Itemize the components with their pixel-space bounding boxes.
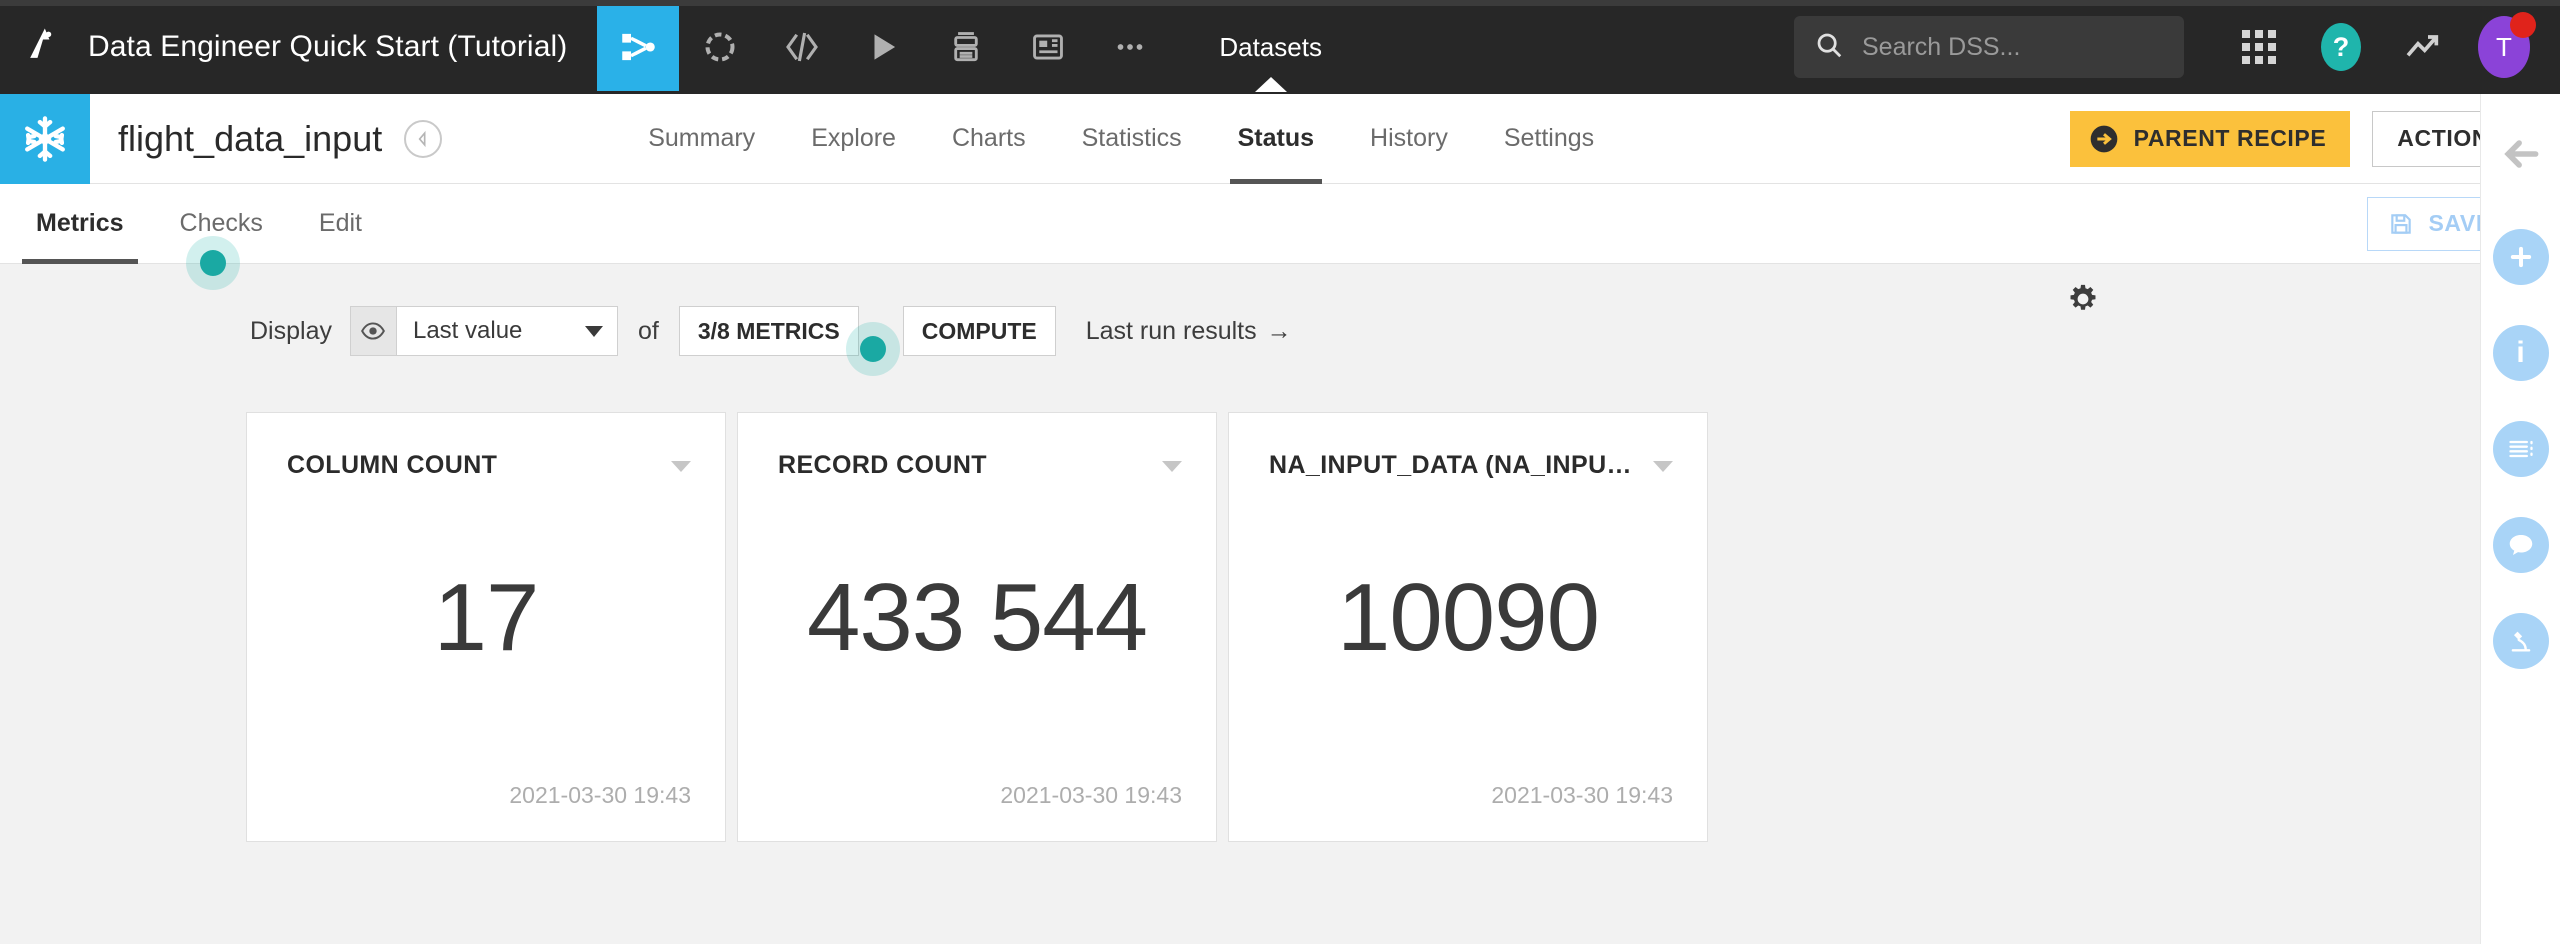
info-icon[interactable]: i [2492,325,2549,381]
search-input[interactable]: Search DSS... [1794,16,2184,78]
nav-section-datasets[interactable]: Datasets [1209,3,1332,92]
jobs-icon[interactable] [925,3,1007,91]
help-icon[interactable]: ? [2310,16,2372,78]
chevron-down-icon[interactable] [1162,461,1182,472]
code-icon[interactable] [761,3,843,91]
highlight-dot-checks [186,236,240,290]
dashboard-icon[interactable] [1007,3,1089,91]
project-tool-icons [597,3,1171,91]
navigator-icon[interactable] [404,119,443,158]
metric-card-title: NA_INPUT_DATA (NA_INPUT_DATA) [1269,451,1639,479]
snowflake-icon [0,93,90,184]
notification-dot [2510,12,2536,38]
tab-explore[interactable]: Explore [783,94,924,184]
details-icon[interactable] [2492,421,2549,477]
chevron-down-icon[interactable] [1653,461,1673,472]
metrics-controls: Display Last value of 3/8 METRICS COMPUT… [0,264,2560,376]
run-icon[interactable] [843,3,925,91]
nav-section-pointer [1254,77,1287,92]
metric-card-title: COLUMN COUNT [287,451,498,479]
eye-icon[interactable] [349,306,396,356]
dataset-name: flight_data_input [118,117,383,159]
of-label: of [637,316,659,345]
tab-status[interactable]: Status [1210,94,1342,184]
metric-card-timestamp: 2021-03-30 19:43 [1491,782,1673,808]
tab-summary[interactable]: Summary [620,94,783,184]
metric-card-timestamp: 2021-03-30 19:43 [509,782,691,808]
arrow-left-icon[interactable] [2499,132,2543,181]
parent-recipe-button[interactable]: PARENT RECIPE [2069,110,2351,167]
dataiku-logo-button[interactable] [10,23,76,72]
metric-cards: COLUMN COUNT 17 2021-03-30 19:43 RECORD … [0,356,2560,842]
gear-icon[interactable] [2066,282,2100,321]
info-glyph: i [2516,336,2525,369]
tab-history[interactable]: History [1342,94,1476,184]
display-label: Display [250,316,332,345]
user-avatar[interactable]: T [2478,12,2536,78]
metric-card[interactable]: RECORD COUNT 433 544 2021-03-30 19:43 [737,412,1217,842]
lab-microscope-icon[interactable] [2492,613,2549,669]
project-title[interactable]: Data Engineer Quick Start (Tutorial) [88,30,567,64]
display-mode-value: Last value [412,317,523,344]
metric-card-value: 433 544 [806,564,1148,671]
discussions-icon[interactable] [2492,517,2549,573]
highlight-dot-compute [846,322,900,376]
metrics-selector-button[interactable]: 3/8 METRICS [678,306,859,356]
compute-button[interactable]: COMPUTE [902,306,1056,356]
lab-icon[interactable] [679,3,761,91]
search-placeholder: Search DSS... [1862,32,2021,61]
last-run-results-link[interactable]: Last run results → [1086,317,1292,346]
dataset-header: flight_data_input Summary Explore Charts… [0,93,2560,184]
subtab-metrics[interactable]: Metrics [10,184,150,264]
search-icon [1814,30,1844,65]
arrow-right-circle-icon [2088,123,2120,155]
top-navbar: Data Engineer Quick Start (Tutorial) Dat… [0,0,2560,94]
chevron-down-icon [584,325,603,337]
display-mode-select[interactable]: Last value [395,306,618,356]
metric-card-title: RECORD COUNT [778,451,987,479]
add-icon[interactable] [2492,229,2549,285]
right-sidebar: i [2480,94,2560,944]
chevron-down-icon[interactable] [671,461,691,472]
metric-card-timestamp: 2021-03-30 19:43 [1000,782,1182,808]
flow-icon[interactable] [597,3,680,91]
last-run-label: Last run results [1085,316,1257,345]
tab-settings[interactable]: Settings [1476,94,1622,184]
metric-card-value: 17 [433,564,540,671]
trend-up-icon[interactable] [2392,16,2454,78]
metric-card[interactable]: COLUMN COUNT 17 2021-03-30 19:43 [246,412,726,842]
tab-charts[interactable]: Charts [924,94,1054,184]
more-icon[interactable] [1089,3,1171,91]
metrics-content: Display Last value of 3/8 METRICS COMPUT… [0,264,2560,944]
tab-statistics[interactable]: Statistics [1054,94,1210,184]
metric-card[interactable]: NA_INPUT_DATA (NA_INPUT_DATA) 10090 2021… [1228,412,1708,842]
dataset-tabs: Summary Explore Charts Statistics Status… [620,94,1622,184]
subtab-edit[interactable]: Edit [293,184,388,264]
help-label: ? [2321,23,2361,71]
status-subtabs: Metrics Checks Edit SAVED [0,184,2560,290]
dataiku-logo-icon [21,23,65,72]
metric-card-value: 10090 [1337,564,1600,671]
topbar-right-group: Search DSS... ? T [1794,12,2560,78]
nav-section-label: Datasets [1219,31,1322,62]
arrow-right-icon: → [1266,316,1292,345]
floppy-disk-icon [2388,211,2414,237]
apps-grid-icon[interactable] [2228,16,2290,78]
parent-recipe-label: PARENT RECIPE [2133,125,2327,151]
